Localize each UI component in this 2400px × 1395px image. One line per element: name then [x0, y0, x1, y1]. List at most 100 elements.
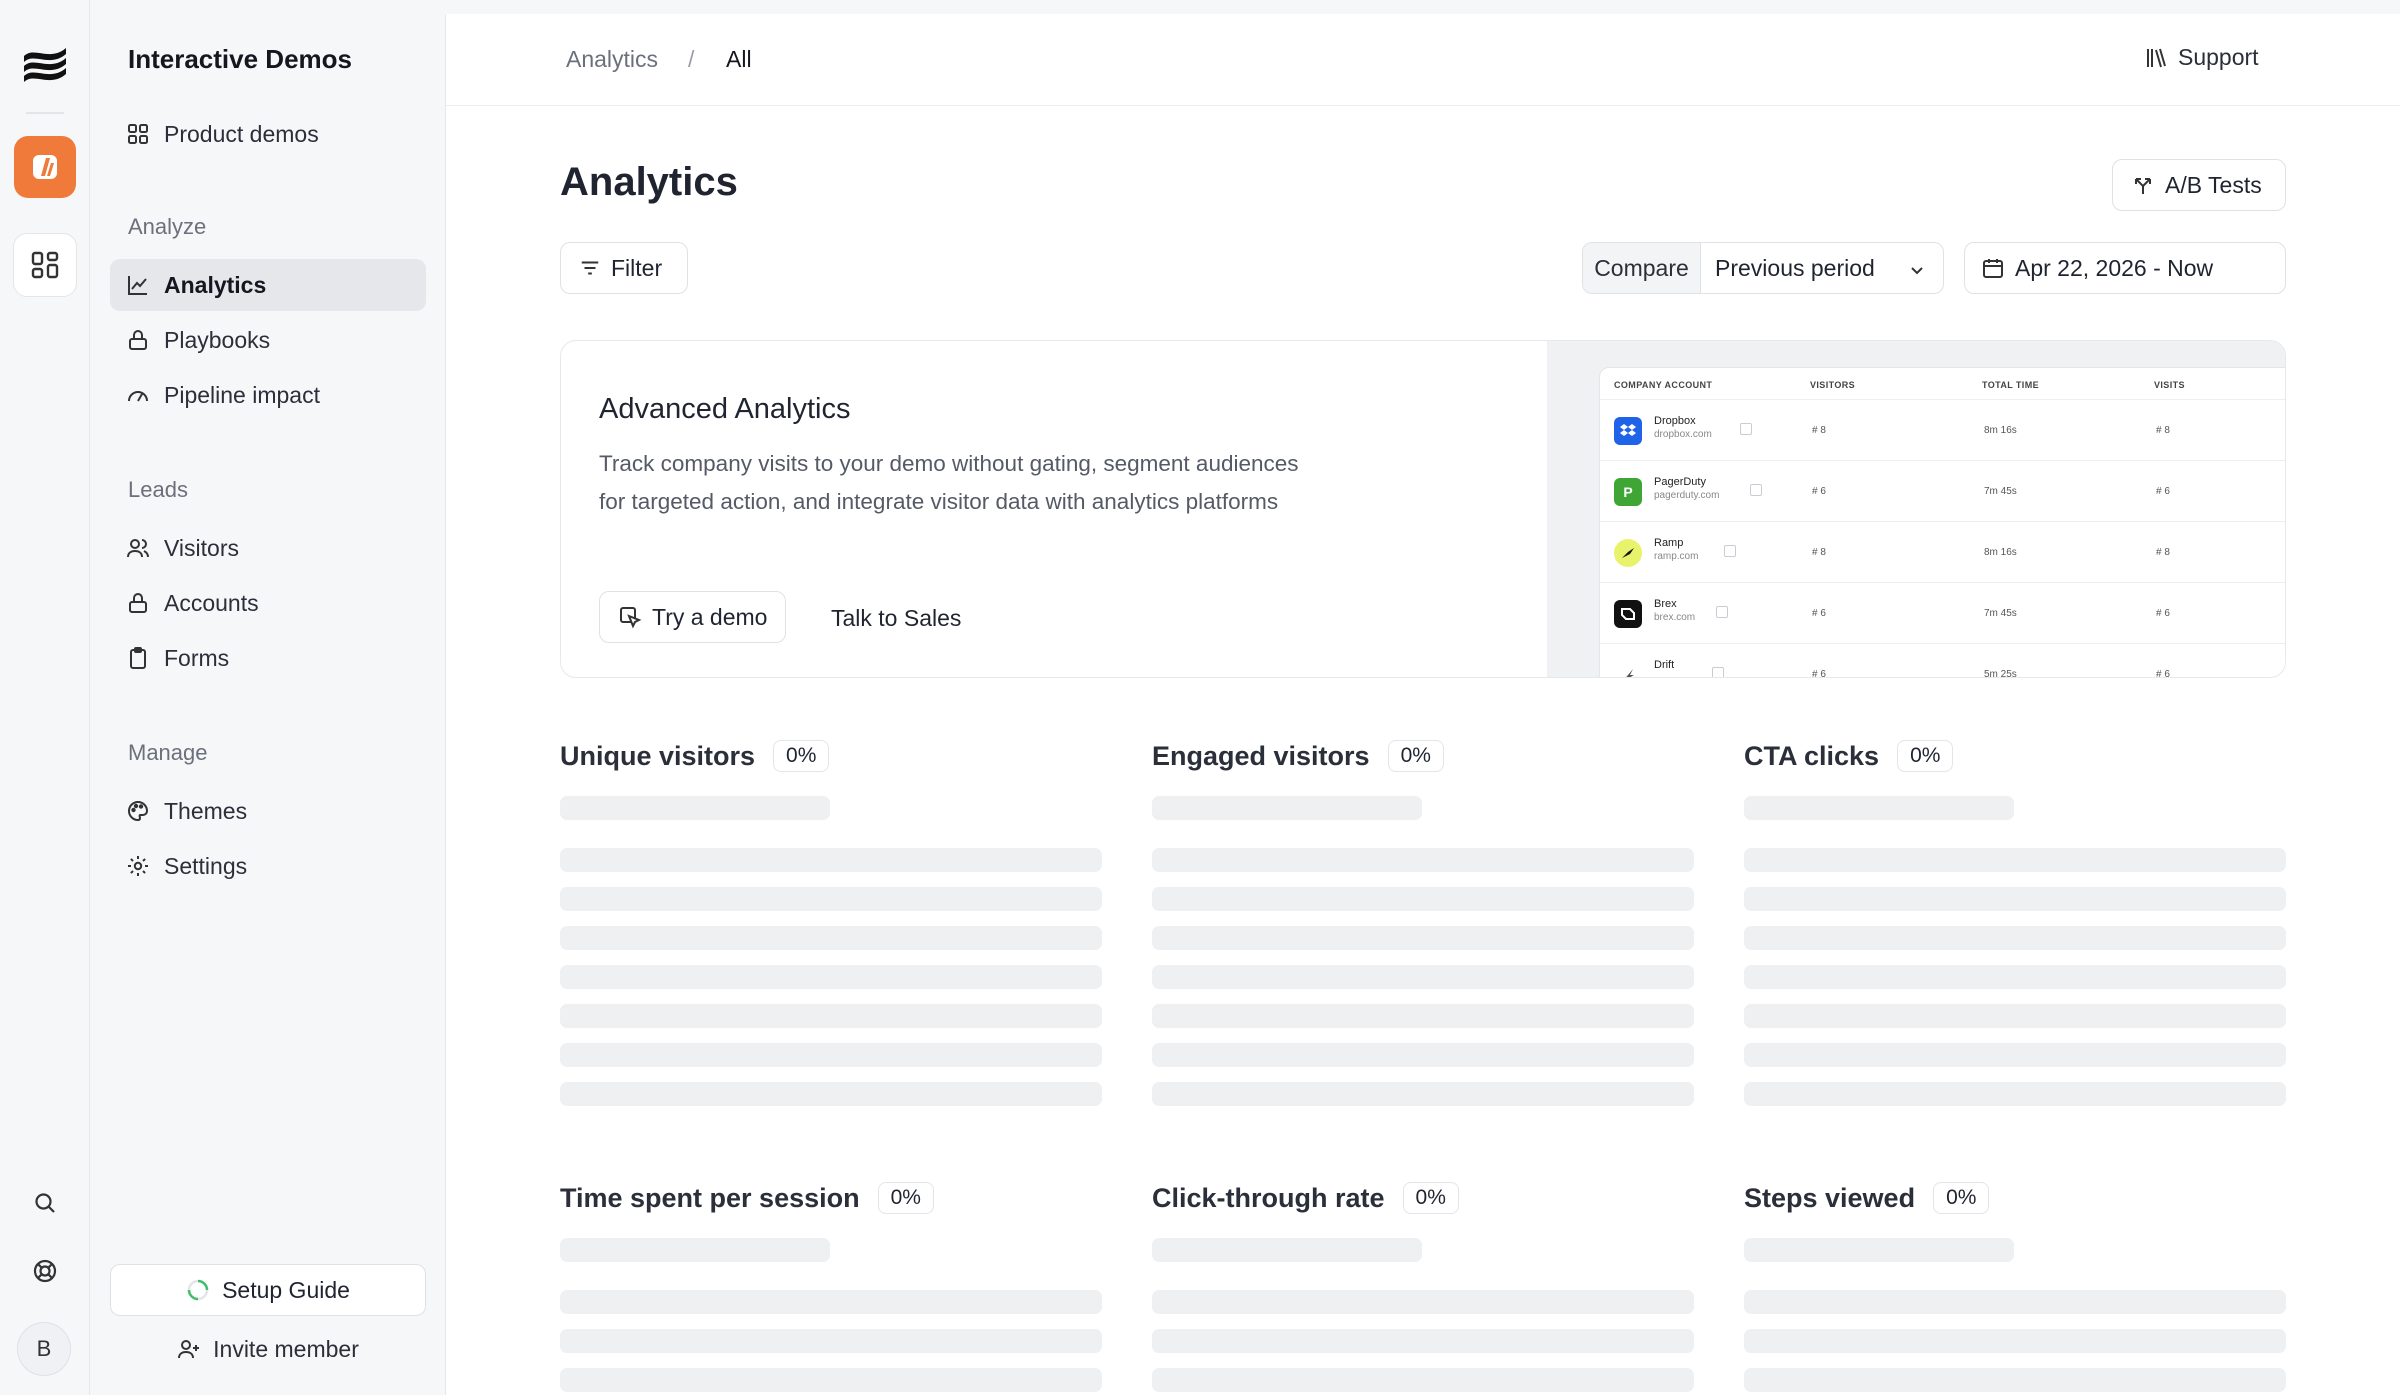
skeleton-placeholder: [560, 1043, 1102, 1067]
skeleton-placeholder: [560, 1290, 1102, 1314]
skeleton-placeholder: [560, 1238, 830, 1262]
copy-icon: [1712, 667, 1724, 677]
skeleton-placeholder: [1152, 1043, 1694, 1067]
filter-label: Filter: [611, 254, 663, 281]
metric-title: Steps viewed: [1744, 1182, 1916, 1213]
metric-click-through-rate: Click-through rate 0%: [1152, 1182, 1459, 1214]
promo-description-line: for targeted action, and integrate visit…: [599, 489, 1279, 514]
sidebar-item-product-demos[interactable]: Product demos: [110, 108, 426, 160]
date-range-value: Apr 22, 2026 - Now: [2015, 254, 2214, 281]
sidebar-item-themes[interactable]: Themes: [110, 785, 426, 837]
visitors-cell: # 6: [1812, 486, 1826, 497]
sidebar-item-settings[interactable]: Settings: [110, 840, 426, 892]
lock-icon: [129, 593, 147, 613]
apps-grid-icon[interactable]: [13, 233, 77, 297]
preview-header: VISITS: [2154, 380, 2185, 390]
topbar: Analytics / All Support: [446, 14, 2400, 106]
skeleton-placeholder: [1744, 1082, 2286, 1106]
copy-icon: [1724, 545, 1736, 557]
skeleton-placeholder: [1152, 1290, 1694, 1314]
sidebar-item-playbooks[interactable]: Playbooks: [110, 314, 426, 366]
metric-unique-visitors: Unique visitors 0%: [560, 740, 830, 772]
visits-cell: # 6: [2156, 608, 2170, 619]
avatar-initial: B: [36, 1336, 52, 1361]
skeleton-placeholder: [1152, 887, 1694, 911]
cursor-click-icon: [620, 607, 642, 629]
total-time-cell: 5m 25s: [1984, 669, 2017, 678]
drift-logo-icon: [1614, 661, 1642, 677]
sidebar-item-label: Playbooks: [164, 326, 271, 353]
metric-cta-clicks: CTA clicks 0%: [1744, 740, 1954, 772]
compare-label: Compare: [1583, 243, 1701, 293]
metric-engaged-visitors: Engaged visitors 0%: [1152, 740, 1444, 772]
table-row: Dropbox dropbox.com # 8 8m 16s # 8: [1600, 401, 2285, 461]
sidebar-item-visitors[interactable]: Visitors: [110, 522, 426, 574]
breadcrumb-analytics[interactable]: Analytics: [566, 46, 658, 73]
sidebar-item-label: Analytics: [164, 271, 267, 298]
skeleton-placeholder: [560, 1368, 1102, 1392]
users-icon: [127, 539, 149, 558]
table-row: Drift # 6 5m 25s # 6: [1600, 645, 2285, 678]
account-domain: brex.com: [1654, 612, 1696, 623]
sidebar-item-analytics[interactable]: Analytics: [110, 259, 426, 311]
visitors-cell: # 8: [1812, 547, 1826, 558]
support-link[interactable]: Support: [2144, 44, 2259, 71]
sidebar-item-forms[interactable]: Forms: [110, 632, 426, 684]
skeleton-placeholder: [1744, 1290, 2286, 1314]
skeleton-placeholder: [1744, 1368, 2286, 1392]
metric-title: Click-through rate: [1152, 1182, 1385, 1213]
workspace-app-icon[interactable]: [14, 136, 76, 198]
skeleton-placeholder: [1744, 1043, 2286, 1067]
compare-period-value: Previous period: [1715, 254, 1875, 281]
invite-member-button[interactable]: Invite member: [110, 1324, 426, 1374]
app-rail: B: [0, 0, 90, 1395]
compare-period-dropdown[interactable]: Previous period: [1701, 243, 1943, 293]
date-range-picker[interactable]: Apr 22, 2026 - Now: [1964, 242, 2286, 294]
visits-cell: # 6: [2156, 669, 2170, 678]
gear-icon: [128, 856, 148, 876]
pagerduty-logo-icon: P: [1614, 478, 1642, 506]
skeleton-placeholder: [1152, 1004, 1694, 1028]
metric-title: CTA clicks: [1744, 740, 1880, 771]
promo-title: Advanced Analytics: [599, 393, 851, 425]
grid-icon: [128, 124, 148, 144]
brand-logo-icon[interactable]: [20, 40, 70, 86]
preview-header: VISITORS: [1810, 380, 1856, 390]
skeleton-placeholder: [1744, 926, 2286, 950]
setup-guide-button[interactable]: Setup Guide: [110, 1264, 426, 1316]
table-row: Ramp ramp.com # 8 8m 16s # 8: [1600, 523, 2285, 583]
sidebar-item-label: Themes: [164, 797, 248, 824]
user-avatar[interactable]: B: [17, 1322, 71, 1376]
skeleton-placeholder: [1744, 965, 2286, 989]
sidebar-item-label: Product demos: [164, 120, 319, 147]
talk-to-sales-link[interactable]: Talk to Sales: [831, 605, 961, 632]
account-name: Ramp: [1654, 537, 1684, 549]
clipboard-icon: [130, 647, 146, 669]
metric-change-badge: 0%: [877, 1182, 934, 1214]
promo-description: Track company visits to your demo withou…: [599, 445, 1379, 521]
preview-image: COMPANY ACCOUNT VISITORS TOTAL TIME VISI…: [1547, 341, 2285, 678]
copy-icon: [1716, 606, 1728, 618]
copy-icon: [1740, 423, 1752, 435]
account-name: PagerDuty: [1654, 476, 1706, 488]
filter-button[interactable]: Filter: [560, 242, 688, 294]
account-name: Drift: [1654, 659, 1675, 671]
dropbox-logo-icon: [1614, 417, 1642, 445]
rail-divider: [26, 112, 64, 114]
gauge-icon: [128, 391, 148, 402]
sidebar-item-pipeline-impact[interactable]: Pipeline impact: [110, 369, 426, 421]
brex-logo-icon: [1614, 600, 1642, 628]
help-lifebuoy-icon[interactable]: [22, 1248, 68, 1294]
search-icon[interactable]: [22, 1180, 68, 1226]
ab-tests-button[interactable]: A/B Tests: [2112, 159, 2286, 211]
skeleton-placeholder: [560, 796, 830, 820]
try-demo-button[interactable]: Try a demo: [599, 591, 787, 643]
preview-header: TOTAL TIME: [1982, 380, 2039, 390]
visitors-cell: # 8: [1812, 425, 1826, 436]
skeleton-placeholder: [560, 848, 1102, 872]
account-domain: dropbox.com: [1654, 429, 1712, 440]
palette-icon: [128, 800, 149, 822]
sidebar-item-accounts[interactable]: Accounts: [110, 577, 426, 629]
compare-select[interactable]: Compare Previous period: [1582, 242, 1944, 294]
skeleton-placeholder: [1744, 887, 2286, 911]
